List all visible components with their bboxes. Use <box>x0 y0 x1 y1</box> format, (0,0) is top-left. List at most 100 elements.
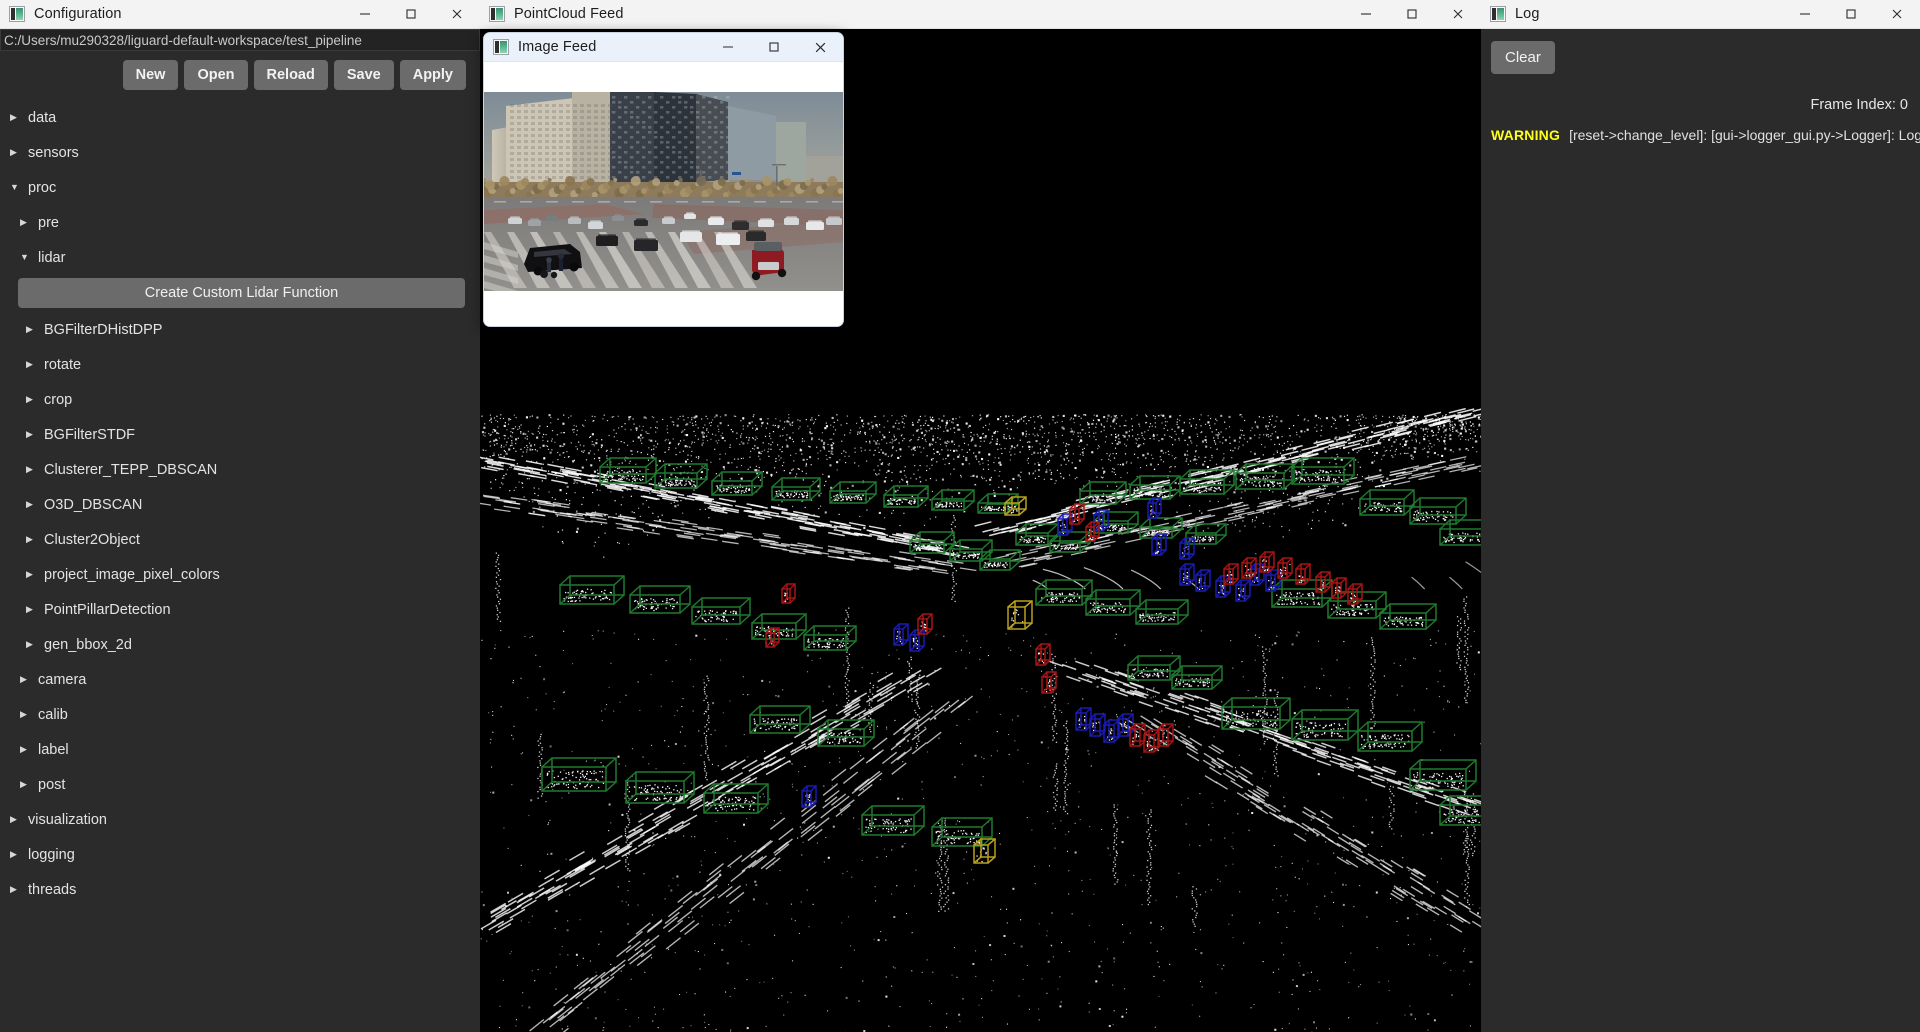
chevron-right-icon[interactable]: ▶ <box>26 640 40 649</box>
chevron-right-icon[interactable]: ▶ <box>20 218 34 227</box>
chevron-right-icon[interactable]: ▶ <box>10 113 24 122</box>
tree-item-label: proc <box>28 179 57 196</box>
tree-item-crop[interactable]: ▶ crop <box>0 382 480 417</box>
clear-log-button[interactable]: Clear <box>1491 41 1555 74</box>
tree-item-label: crop <box>44 391 73 408</box>
pointcloud-titlebar[interactable]: PointCloud Feed <box>480 0 1481 29</box>
tree-item-label: Clusterer_TEPP_DBSCAN <box>44 461 218 478</box>
tree-item-label[interactable]: ▶ label <box>0 732 480 767</box>
app-icon <box>493 39 509 55</box>
close-icon[interactable] <box>1435 0 1481 29</box>
chevron-right-icon[interactable]: ▶ <box>10 885 24 894</box>
tree-item-label: post <box>38 776 66 793</box>
tree-item-label: logging <box>28 846 75 863</box>
tree-item-visualization[interactable]: ▶ visualization <box>0 802 480 837</box>
image-feed-body <box>484 62 843 326</box>
tree-item-label: BGFilterSTDF <box>44 426 136 443</box>
chevron-down-icon[interactable]: ▼ <box>20 253 34 262</box>
chevron-right-icon[interactable]: ▶ <box>26 430 40 439</box>
maximize-icon[interactable] <box>1389 0 1435 29</box>
tree-item-pointpillardetection[interactable]: ▶ PointPillarDetection <box>0 592 480 627</box>
save-button[interactable]: Save <box>333 60 394 91</box>
tree-item-label: Cluster2Object <box>44 531 140 548</box>
chevron-right-icon[interactable]: ▶ <box>26 605 40 614</box>
tree-item-camera[interactable]: ▶ camera <box>0 662 480 697</box>
log-body: Clear Frame Index: 0 WARNING [reset->chan… <box>1481 29 1920 1032</box>
tree-item-calib[interactable]: ▶ calib <box>0 697 480 732</box>
log-window: Log Clear Frame Index: 0 WARNING [reset->… <box>1481 0 1920 1032</box>
workspace-path-field[interactable]: C:/Users/mu290328/liguard-default-worksp… <box>0 29 480 51</box>
log-entry-list: WARNING [reset->change_level]: [gui->logg… <box>1491 127 1920 143</box>
maximize-icon[interactable] <box>1828 0 1874 29</box>
minimize-icon[interactable] <box>1343 0 1389 29</box>
app-icon <box>489 6 505 22</box>
chevron-right-icon[interactable]: ▶ <box>10 815 24 824</box>
tree-item-bgfilterdhistdpp[interactable]: ▶ BGFilterDHistDPP <box>0 312 480 347</box>
apply-button[interactable]: Apply <box>399 60 466 91</box>
reload-button[interactable]: Reload <box>253 60 328 91</box>
chevron-right-icon[interactable]: ▶ <box>20 745 34 754</box>
chevron-right-icon[interactable]: ▶ <box>26 465 40 474</box>
chevron-right-icon[interactable]: ▶ <box>20 675 34 684</box>
tree-item-post[interactable]: ▶ post <box>0 767 480 802</box>
maximize-icon[interactable] <box>388 0 434 29</box>
config-action-buttons: New Open Reload Save Apply <box>0 51 480 91</box>
tree-item-label: project_image_pixel_colors <box>44 566 220 583</box>
create-custom-lidar-function-button[interactable]: Create Custom Lidar Function <box>18 278 465 309</box>
tree-item-label: PointPillarDetection <box>44 601 171 618</box>
chevron-right-icon[interactable]: ▶ <box>10 850 24 859</box>
chevron-right-icon[interactable]: ▶ <box>20 780 34 789</box>
minimize-icon[interactable] <box>1782 0 1828 29</box>
log-title: Log <box>1515 6 1540 22</box>
configuration-titlebar[interactable]: Configuration <box>0 0 480 29</box>
chevron-right-icon[interactable]: ▶ <box>26 360 40 369</box>
tree-item-lidar[interactable]: ▼ lidar <box>0 240 480 275</box>
tree-item-label: gen_bbox_2d <box>44 636 132 653</box>
chevron-right-icon[interactable]: ▶ <box>26 535 40 544</box>
tree-item-o3d_dbscan[interactable]: ▶ O3D_DBSCAN <box>0 487 480 522</box>
tree-item-label: camera <box>38 671 87 688</box>
chevron-right-icon[interactable]: ▶ <box>26 325 40 334</box>
pointcloud-title: PointCloud Feed <box>514 6 624 22</box>
minimize-icon[interactable] <box>705 33 751 62</box>
maximize-icon[interactable] <box>751 33 797 62</box>
tree-item-logging[interactable]: ▶ logging <box>0 837 480 872</box>
tree-item-rotate[interactable]: ▶ rotate <box>0 347 480 382</box>
desktop: Configuration C:/Users/mu290328/liguard-… <box>0 0 1920 1032</box>
close-icon[interactable] <box>434 0 480 29</box>
open-button[interactable]: Open <box>184 60 248 91</box>
new-button[interactable]: New <box>122 60 179 91</box>
configuration-title: Configuration <box>34 6 122 22</box>
workspace-path-value: C:/Users/mu290328/liguard-default-worksp… <box>4 32 362 48</box>
tree-item-bgfilterstdf[interactable]: ▶ BGFilterSTDF <box>0 417 480 452</box>
app-icon <box>1490 6 1506 22</box>
tree-item-label: label <box>38 741 69 758</box>
close-icon[interactable] <box>1874 0 1920 29</box>
image-feed-titlebar[interactable]: Image Feed <box>484 33 843 62</box>
tree-item-gen_bbox_2d[interactable]: ▶ gen_bbox_2d <box>0 627 480 662</box>
chevron-right-icon[interactable]: ▶ <box>20 710 34 719</box>
tree-item-proc[interactable]: ▼ proc <box>0 170 480 205</box>
tree-item-data[interactable]: ▶ data <box>0 100 480 135</box>
tree-item-cluster2object[interactable]: ▶ Cluster2Object <box>0 522 480 557</box>
chevron-right-icon[interactable]: ▶ <box>26 570 40 579</box>
tree-item-pre[interactable]: ▶ pre <box>0 205 480 240</box>
tree-item-sensors[interactable]: ▶ sensors <box>0 135 480 170</box>
image-feed-window: Image Feed <box>483 32 844 327</box>
frame-index-label: Frame Index: 0 <box>1810 97 1908 113</box>
close-icon[interactable] <box>797 33 843 62</box>
tree-item-label: visualization <box>28 811 107 828</box>
log-titlebar[interactable]: Log <box>1481 0 1920 29</box>
chevron-right-icon[interactable]: ▶ <box>10 148 24 157</box>
tree-item-project_image_pixel_colors[interactable]: ▶ project_image_pixel_colors <box>0 557 480 592</box>
chevron-down-icon[interactable]: ▼ <box>10 183 24 192</box>
tree-item-label: sensors <box>28 144 79 161</box>
tree-item-clusterer_tepp_dbscan[interactable]: ▶ Clusterer_TEPP_DBSCAN <box>0 452 480 487</box>
chevron-right-icon[interactable]: ▶ <box>26 395 40 404</box>
image-feed-title: Image Feed <box>518 39 597 55</box>
chevron-right-icon[interactable]: ▶ <box>26 500 40 509</box>
tree-item-label: data <box>28 109 57 126</box>
minimize-icon[interactable] <box>342 0 388 29</box>
tree-item-threads[interactable]: ▶ threads <box>0 872 480 907</box>
tree-item-label: O3D_DBSCAN <box>44 496 143 513</box>
